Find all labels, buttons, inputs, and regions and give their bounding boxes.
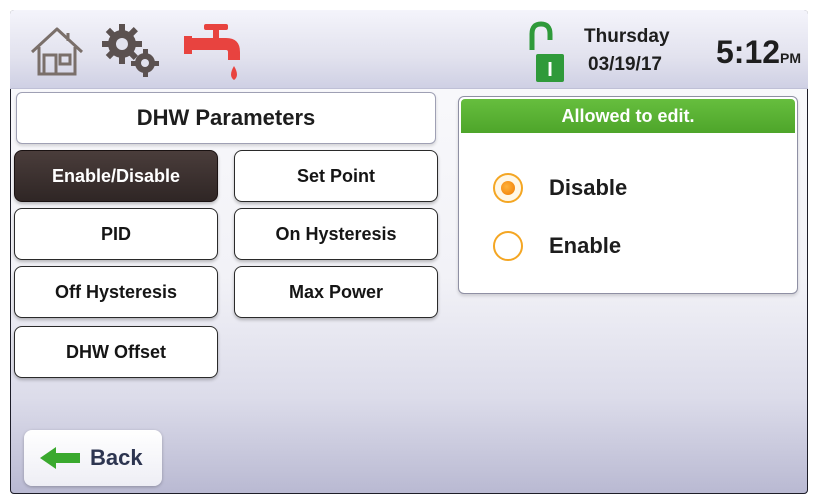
- screen: I Thursday 03/19/17 5:12PM DHW Parameter…: [10, 10, 808, 494]
- top-bar: I Thursday 03/19/17 5:12PM: [10, 10, 808, 89]
- radio-option-disable[interactable]: Disable: [493, 173, 627, 203]
- radio-button-enable[interactable]: [493, 231, 523, 261]
- enable-panel: Allowed to edit. Disable Enable: [458, 96, 798, 294]
- enable-disable-button[interactable]: Enable/Disable: [14, 150, 218, 202]
- radio-option-enable[interactable]: Enable: [493, 231, 621, 261]
- time-label: 5:12: [716, 34, 781, 70]
- clock: 5:12PM: [716, 34, 801, 71]
- day-label: Thursday: [584, 26, 670, 47]
- on-hysteresis-button[interactable]: On Hysteresis: [234, 208, 438, 260]
- page-title: DHW Parameters: [16, 92, 436, 144]
- home-icon[interactable]: [28, 24, 86, 78]
- dhw-offset-button[interactable]: DHW Offset: [14, 326, 218, 378]
- lock-icon: I: [522, 20, 566, 84]
- max-power-button[interactable]: Max Power: [234, 266, 438, 318]
- ampm-label: PM: [780, 50, 802, 66]
- gear-icon[interactable]: [100, 22, 162, 80]
- date-label: 03/19/17: [588, 54, 662, 75]
- faucet-icon[interactable]: [182, 22, 248, 86]
- off-hysteresis-button[interactable]: Off Hysteresis: [14, 266, 218, 318]
- radio-button-disable[interactable]: [493, 173, 523, 203]
- set-point-button[interactable]: Set Point: [234, 150, 438, 202]
- back-button[interactable]: Back: [24, 430, 162, 486]
- panel-header: Allowed to edit.: [461, 99, 795, 133]
- arrow-left-icon: [40, 447, 80, 469]
- back-label: Back: [90, 445, 143, 470]
- radio-label-disable: Disable: [549, 175, 628, 200]
- radio-label-enable: Enable: [549, 233, 622, 258]
- lock-status-letter: I: [547, 59, 553, 81]
- pid-button[interactable]: PID: [14, 208, 218, 260]
